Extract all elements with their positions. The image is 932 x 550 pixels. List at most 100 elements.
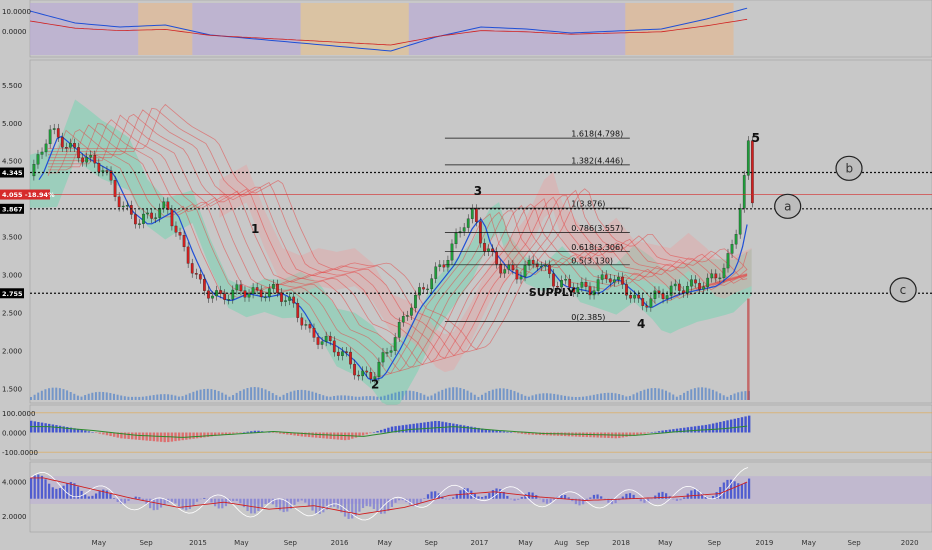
macd-histogram-bar [192,432,195,439]
volume-bar [80,396,83,400]
x-tick-label: 2018 [612,539,630,547]
volume-bar [665,390,668,400]
macd-histogram-bar [271,432,275,433]
candle [365,370,369,373]
price-badge-label: 2.755 [2,290,23,298]
candle [511,264,515,271]
rsi-bar [509,498,513,500]
candle [328,336,332,342]
volume-bar [477,396,480,400]
rsi-bar [242,498,246,508]
volume-bar [116,394,119,400]
rsi-bar [221,498,224,509]
candle [105,170,109,172]
rsi-bar [481,496,484,499]
rsi-bar [55,488,58,499]
candle [661,293,665,299]
volume-bar [693,388,696,400]
x-tick-label: 2016 [331,539,349,547]
candle [698,282,701,290]
rsi-bar [628,493,632,499]
macd-histogram-bar [185,432,188,440]
volume-bar [646,388,649,400]
volume-bar [668,392,671,400]
volume-bar [650,388,653,400]
volume-bar [722,395,725,400]
price-badge-label: 4.345 [2,169,23,177]
volume-bar [690,389,693,400]
candle [353,363,356,376]
candle [734,234,738,245]
candle [288,296,291,301]
volume-bar [657,388,660,400]
volume-bar [105,392,108,400]
candle [726,253,730,269]
candle [580,281,584,288]
candle [40,151,44,155]
rsi-bar [159,498,163,508]
rsi-y-tick: 4.0000 [2,478,27,486]
rsi-bar [174,498,177,504]
volume-bar [563,395,566,400]
rsi-bar [296,498,300,502]
volume-bar [701,387,704,400]
volume-bar [394,392,397,400]
volume-bar [91,392,94,400]
rsi-bar [665,493,668,499]
macd-histogram-bar [701,425,704,433]
candle [426,288,429,291]
macd-histogram-bar [242,432,246,433]
rsi-bar [567,497,570,499]
candle [470,208,474,219]
macd-histogram-bar [369,432,372,434]
macd-histogram-bar [232,432,235,434]
rsi-bar [195,498,199,502]
volume-bar [94,392,97,400]
volume-bar [62,389,65,400]
rsi-bar [156,498,159,510]
macd-histogram-bar [105,432,109,436]
volume-bar [520,394,523,400]
rsi-bar [740,483,743,499]
volume-bar [343,395,346,400]
macd-histogram-bar [235,432,239,434]
macd-histogram-bar [462,425,466,433]
volume-bar [239,390,242,400]
rsi-bar [531,492,534,499]
candle [535,263,539,267]
volume-bar [149,395,152,400]
volume-bar [495,388,498,400]
macd-histogram-bar [199,432,202,438]
volume-bar [33,394,36,400]
candle [450,243,454,261]
candle [125,205,129,207]
volume-bar [372,396,375,400]
volume-bar [84,395,87,400]
rsi-bar [260,498,264,508]
candle [142,213,145,224]
volume-bar [527,396,530,400]
candle [710,273,714,279]
volume-bar [152,395,155,400]
rsi-bar [170,498,173,502]
candle [178,232,182,236]
macd-histogram-bar [315,432,318,438]
candle [410,307,413,316]
volume-bar [296,390,299,400]
volume-bar [268,391,271,400]
x-tick-label: May [234,539,248,547]
volume-bar [203,389,206,400]
candle [519,276,523,280]
x-tick-label: May [658,539,672,547]
volume-bar [242,389,245,400]
candle [393,337,397,351]
volume-bar [614,393,617,400]
macd-histogram-bar [426,421,430,433]
macd-histogram-bar [98,432,101,434]
volume-bar [618,394,621,400]
volume-bar [585,396,588,400]
volume-bar [654,388,657,400]
rsi-bar [394,498,397,503]
candle [706,277,710,287]
candle [341,351,344,356]
